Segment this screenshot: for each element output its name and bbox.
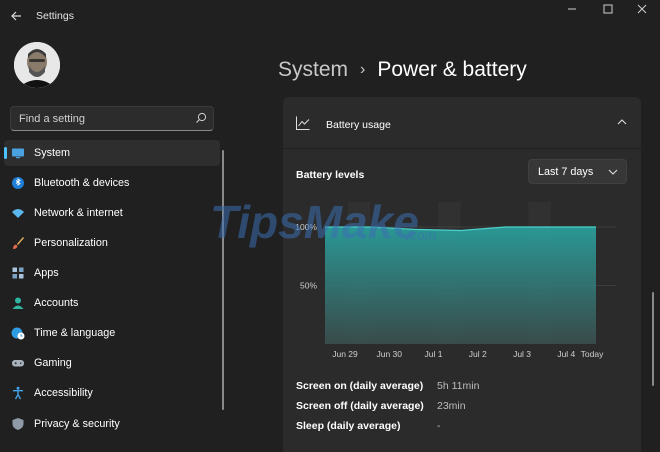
breadcrumb: System › Power & battery [278, 58, 527, 82]
search-input[interactable]: Find a setting [10, 106, 214, 131]
stat-label: Screen on (daily average) [296, 380, 424, 392]
sidebar-scrollbar[interactable] [222, 150, 224, 410]
page-title: Power & battery [377, 58, 527, 81]
stat-label: Sleep (daily average) [296, 420, 401, 432]
brush-icon [13, 237, 24, 249]
chevron-down-icon [608, 169, 618, 175]
minimize-icon [568, 8, 576, 10]
x-tick-label: Jun 29 [332, 349, 358, 359]
x-tick-label: Jun 30 [376, 349, 402, 359]
battery-usage-header[interactable]: Battery usage [283, 97, 641, 149]
back-arrow-icon [11, 11, 21, 21]
search-placeholder: Find a setting [19, 113, 86, 125]
sidebar-item-label: Bluetooth & devices [34, 177, 130, 189]
x-tick-label: Jul 3 [513, 349, 531, 359]
y-tick-label: 50% [300, 281, 317, 291]
chevron-up-icon [617, 119, 627, 125]
close-button[interactable] [634, 4, 650, 18]
sidebar-item-privacy-security[interactable]: Privacy & security [4, 411, 220, 437]
window-title: Settings [36, 10, 74, 22]
accessibility-icon [13, 386, 23, 400]
sidebar-item-label: Time & language [34, 327, 116, 339]
sidebar-item-personalization[interactable]: Personalization [4, 230, 220, 256]
watermark-suffix: .com [406, 227, 437, 243]
person-icon [12, 297, 24, 309]
wifi-icon [12, 209, 24, 218]
shield-icon [12, 418, 24, 430]
stat-screen-on: Screen on (daily average) 5h 11min [296, 380, 636, 396]
sidebar-item-gaming[interactable]: Gaming [4, 350, 220, 376]
sidebar-item-accounts[interactable]: Accounts [4, 290, 220, 316]
globe-clock-icon [11, 327, 25, 340]
sidebar-item-apps[interactable]: Apps [4, 260, 220, 286]
title-bar: Settings [0, 0, 660, 32]
battery-levels-title: Battery levels [296, 169, 365, 181]
sidebar-item-label: Accounts [34, 297, 79, 309]
stat-value: 5h 11min [437, 380, 480, 392]
x-tick-label: Jul 1 [425, 349, 443, 359]
close-icon [637, 4, 647, 14]
watermark-logo: TipsMake .com [210, 196, 437, 248]
x-axis-ticks: Jun 29 Jun 30 Jul 1 Jul 2 Jul 3 Jul 4 Today [332, 349, 604, 359]
time-range-value: Last 7 days [538, 166, 594, 178]
x-tick-label: Jul 2 [469, 349, 487, 359]
chevron-right-icon: › [360, 61, 366, 78]
user-photo [14, 42, 60, 88]
stat-sleep: Sleep (daily average) - [296, 420, 636, 436]
sidebar-item-label: Privacy & security [34, 418, 120, 430]
search-icon [196, 112, 207, 123]
sidebar-item-time-language[interactable]: Time & language [4, 320, 220, 346]
avatar[interactable] [14, 42, 60, 88]
monitor-icon [12, 148, 24, 159]
sidebar-item-network[interactable]: Network & internet [4, 200, 220, 226]
sidebar-item-bluetooth[interactable]: Bluetooth & devices [4, 170, 220, 196]
time-range-dropdown[interactable]: Last 7 days [528, 159, 627, 184]
selection-indicator [4, 147, 7, 159]
line-chart-icon [296, 116, 310, 130]
stat-value: - [437, 420, 441, 432]
x-tick-label: Today [581, 349, 604, 359]
sidebar-item-label: Personalization [34, 237, 108, 249]
sidebar-item-label: Accessibility [34, 387, 93, 399]
stat-value: 23min [437, 400, 466, 412]
back-button[interactable] [8, 8, 24, 24]
x-tick-label: Jul 4 [557, 349, 575, 359]
battery-usage-title: Battery usage [326, 119, 391, 131]
gamepad-icon [12, 360, 24, 367]
sidebar-item-label: Gaming [34, 357, 72, 369]
stat-label: Screen off (daily average) [296, 400, 424, 412]
breadcrumb-parent[interactable]: System [278, 58, 348, 81]
content-scrollbar[interactable] [652, 292, 654, 386]
maximize-icon [603, 4, 613, 14]
sidebar-item-system[interactable]: System [4, 140, 220, 166]
maximize-button[interactable] [600, 4, 616, 18]
watermark-brand: TipsMake [210, 196, 419, 248]
battery-usage-card: Battery usage Battery levels Last 7 days… [283, 97, 641, 452]
apps-icon [12, 267, 24, 279]
bluetooth-icon [12, 177, 24, 189]
sidebar-item-label: System [34, 147, 70, 159]
minimize-button[interactable] [564, 4, 580, 18]
sidebar-item-label: Network & internet [34, 207, 123, 219]
sidebar-item-accessibility[interactable]: Accessibility [4, 380, 220, 406]
stat-screen-off: Screen off (daily average) 23min [296, 400, 636, 416]
sidebar-item-label: Apps [34, 267, 59, 279]
